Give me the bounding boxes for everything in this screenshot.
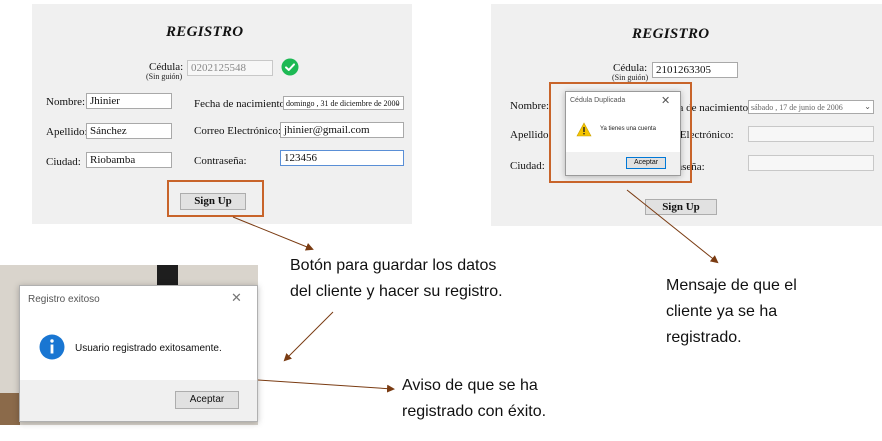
- arrow-note-to-dialog: [283, 311, 334, 362]
- arrow-signup-to-note: [232, 216, 314, 251]
- arrow-dialog-to-success-note: [257, 379, 395, 393]
- arrow-dialog-to-note: [626, 189, 719, 264]
- annotation-arrows: [232, 189, 719, 393]
